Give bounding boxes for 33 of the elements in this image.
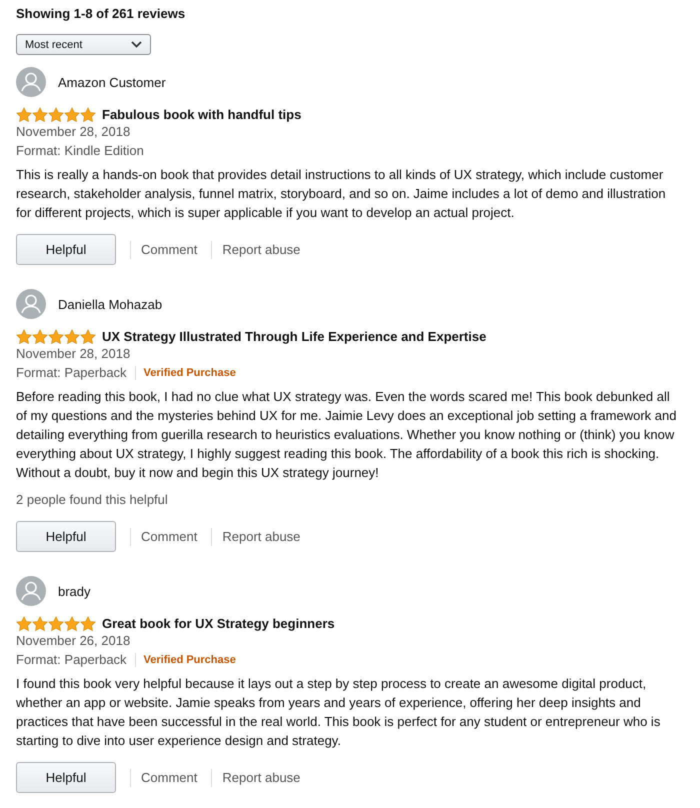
- review-title[interactable]: UX Strategy Illustrated Through Life Experience and Expertise: [102, 329, 486, 344]
- helpful-button[interactable]: Helpful: [16, 234, 116, 265]
- review-text: I found this book very helpful because it lays out a step by step process to create an awesome digital product, whether an app or website. Jamie speaks from years and years of experience, offering her deep insights and practices that have been successful in the real world. This book is perfect for any student or entrepreneur who is starting to dive into user experience design and strategy.: [16, 675, 662, 750]
- comment-link[interactable]: Comment: [141, 242, 198, 257]
- helpful-count: 2 people found this helpful: [16, 491, 169, 509]
- review-date: November 26, 2018: [16, 632, 132, 650]
- review-date: November 28, 2018: [16, 123, 132, 141]
- helpful-button[interactable]: Helpful: [16, 762, 116, 793]
- reviewer-name: brady: [58, 584, 91, 598]
- format-label[interactable]: Format: Kindle Edition: [16, 141, 144, 160]
- report-abuse-link[interactable]: Report abuse: [222, 242, 300, 257]
- report-abuse-link[interactable]: Report abuse: [222, 529, 300, 544]
- avatar-icon: [16, 67, 46, 97]
- review-date: November 28, 2018: [16, 345, 132, 363]
- verified-purchase-label: Verified Purchase: [144, 366, 236, 378]
- avatar-icon: [16, 289, 46, 319]
- review-title[interactable]: Fabulous book with handful tips: [102, 107, 302, 122]
- review-text: This is really a hands-on book that provides detail instructions to all kinds of UX strategy, which include customer research, stakeholder analysis, funnel matrix, storyboard, and so on. Jaime includes a lot of demo and illustration for different projects, which is super applicable if you want to develop an actual project.: [16, 166, 667, 222]
- verified-purchase-label: Verified Purchase: [144, 654, 236, 666]
- review-title[interactable]: Great book for UX Strategy beginners: [102, 616, 335, 631]
- comment-link[interactable]: Comment: [141, 529, 198, 544]
- avatar-icon: [16, 576, 46, 606]
- format-label[interactable]: Format: Paperback: [16, 650, 127, 669]
- format-label[interactable]: Format: Paperback: [16, 363, 127, 382]
- reviews-heading: Showing 1-8 of 261 reviews: [16, 6, 186, 22]
- reviewer-name: Amazon Customer: [58, 74, 166, 90]
- report-abuse-link[interactable]: Report abuse: [222, 770, 300, 785]
- review-text: Before reading this book, I had no clue what UX strategy was. Even the words scared me! This book debunked all of my questions and the mysteries behind UX for me. Jaimie Levy does an exceptional job setting a framework and detailing everything from guerilla research to heuristics evaluations. Whether you know nothing or (think) you know everything about UX strategy, I highly suggest reading this book. The affordability of a book this rich is shocking. Without a doubt, buy it now and begin this UX strategy journey!: [16, 388, 678, 482]
- chevron-down-icon: [131, 41, 142, 48]
- reviewer-name: Daniella Mohazab: [58, 296, 162, 312]
- helpful-button[interactable]: Helpful: [16, 521, 116, 552]
- comment-link[interactable]: Comment: [141, 770, 198, 785]
- sort-dropdown[interactable]: Most recent: [16, 34, 151, 55]
